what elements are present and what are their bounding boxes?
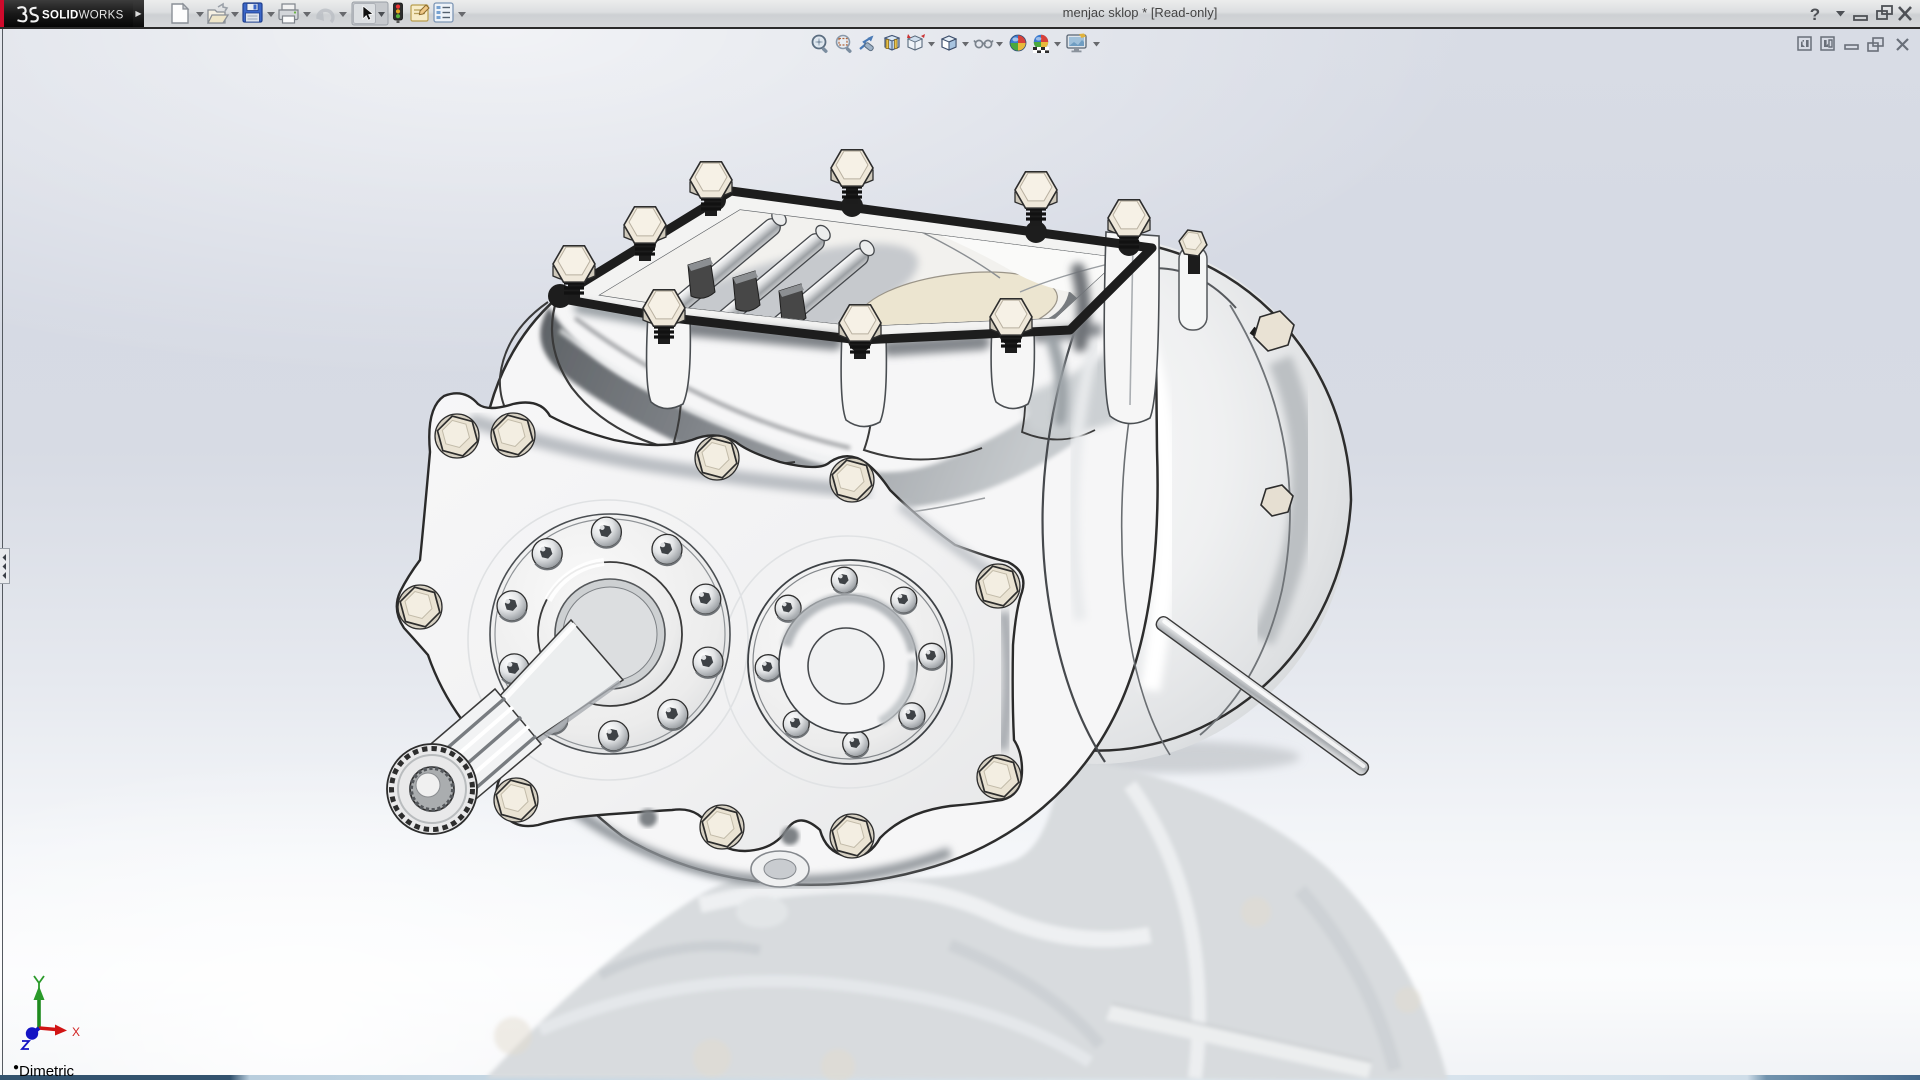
svg-text:X: X [72,1025,80,1039]
